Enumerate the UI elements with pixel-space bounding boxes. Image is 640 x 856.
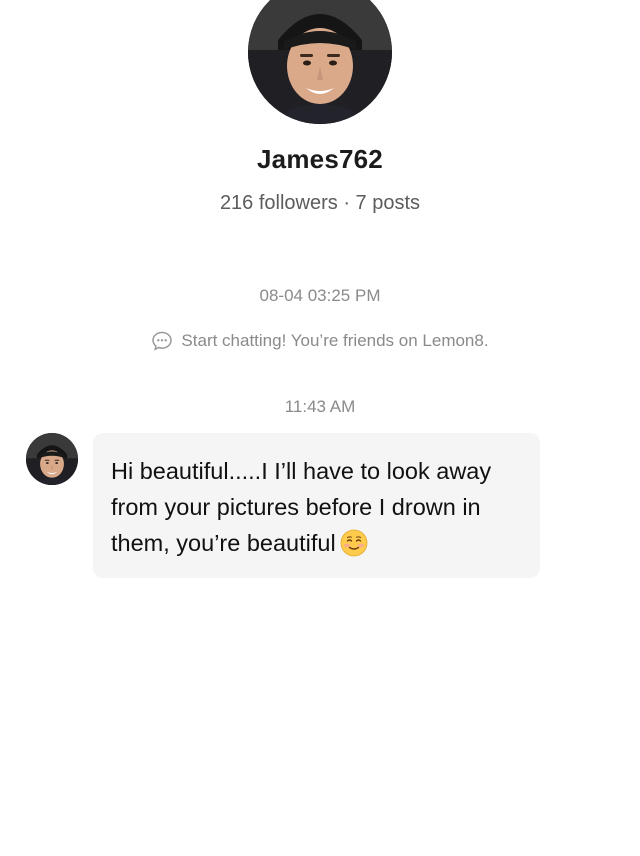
- chat-timestamp: 08-04 03:25 PM: [259, 286, 381, 305]
- profile-username[interactable]: James762: [0, 144, 640, 175]
- sender-photo: [26, 433, 78, 485]
- chat-timestamp: 11:43 AM: [284, 397, 356, 416]
- message-bubble[interactable]: Hi beautiful.....I I’ll have to look awa…: [93, 433, 540, 578]
- system-notice-text: Start chatting! You’re friends on Lemon8…: [181, 331, 489, 350]
- chat-bubble-icon: [151, 330, 173, 352]
- sender-avatar[interactable]: [26, 433, 78, 485]
- system-notice: Start chatting! You’re friends on Lemon8…: [0, 330, 640, 352]
- message-text: Hi beautiful.....I I’ll have to look awa…: [111, 458, 492, 556]
- smiling-face-icon: [340, 529, 368, 557]
- profile-avatar[interactable]: [248, 0, 392, 124]
- profile-stats: 216 followers · 7 posts: [219, 192, 421, 214]
- profile-photo: [248, 0, 392, 124]
